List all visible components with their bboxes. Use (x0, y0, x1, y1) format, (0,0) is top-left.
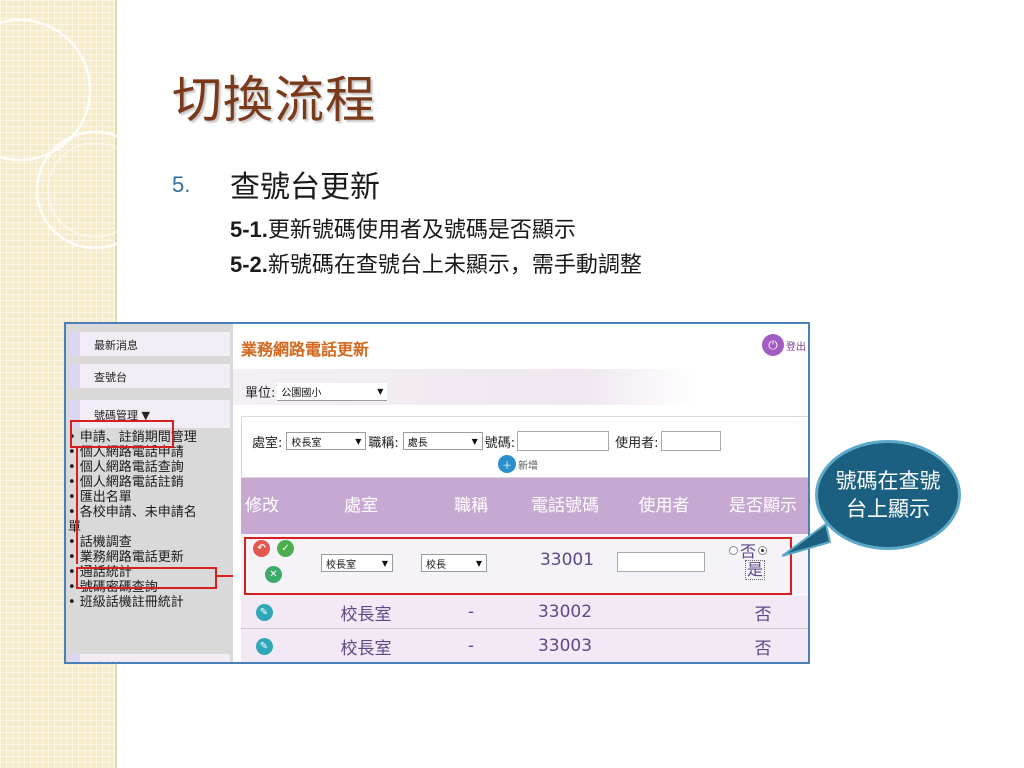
dept-label: 處室: (252, 435, 283, 451)
sub-point-2: 5-2.新號碼在查號台上未顯示，需手動調整 (230, 247, 642, 279)
page-heading: 業務網路電話更新 (241, 340, 370, 359)
highlight-editing-row (244, 537, 792, 595)
table-row: ✎ 校長室 - 33003 否 (241, 629, 808, 662)
highlight-number-management (70, 420, 174, 448)
dept-select[interactable]: 校長室 ▼ (286, 432, 367, 450)
cell-display: 否 (754, 638, 772, 659)
sub-point-2-prefix: 5-2. (230, 252, 268, 277)
table-row: ✎ 校長室 - 33002 否 (241, 595, 808, 629)
callout-text: 號碼在查號台上顯示 (835, 469, 941, 521)
submenu-item-personal-query[interactable]: • 個人網路電話查詢 (68, 460, 230, 475)
user-input[interactable] (660, 431, 721, 451)
submenu-item-phone-survey[interactable]: • 話機調查 (68, 535, 230, 550)
filter-panel: 處室: 校長室 ▼ 職稱: 處長 ▼ 號碼: 使用者: ＋ 新增 (241, 416, 808, 478)
header-number: 電話號碼 (531, 496, 599, 516)
sidebar-item-directory[interactable]: 查號台 (70, 364, 230, 388)
cell-title: - (467, 602, 475, 622)
submenu-item-school-apply-list-cont[interactable]: 單 (68, 520, 230, 535)
callout-bubble: 號碼在查號台上顯示 (815, 440, 961, 550)
cell-display: 否 (754, 604, 772, 625)
add-button[interactable]: ＋ 新增 (498, 455, 538, 473)
number-input[interactable] (517, 431, 610, 451)
bullet-number: 5. (172, 172, 191, 197)
sub-point-1-text: 更新號碼使用者及號碼是否顯示 (267, 218, 576, 243)
submenu-item-class-phone-stats[interactable]: • 班級話機註冊統計 (68, 595, 230, 610)
decorative-circles (0, 18, 140, 250)
logout-icon: ⏻ (762, 334, 784, 356)
submenu-item-export-list[interactable]: • 匯出名單 (68, 490, 230, 505)
slide-title: 切換流程 (172, 71, 376, 129)
chevron-down-icon: ▼ (471, 436, 478, 446)
sub-point-1-prefix: 5-1. (230, 217, 268, 242)
add-label: 新增 (518, 460, 538, 472)
cell-number: 33003 (537, 636, 593, 656)
header-title: 職稱 (454, 496, 488, 516)
cell-dept: 校長室 (340, 604, 392, 625)
unit-select[interactable]: 公園國小 ▼ (277, 382, 388, 401)
bullet-text: 查號台更新 (230, 170, 380, 205)
submenu-item-business-phone-update[interactable]: • 業務網路電話更新 (68, 550, 230, 565)
unit-label: 單位: (245, 386, 276, 401)
submenu-item-personal-cancel[interactable]: • 個人網路電話註銷 (68, 475, 230, 490)
cell-number: 33002 (537, 602, 593, 622)
sidebar: 最新消息 查號台 號碼管理 ▼ • 申請、註銷期間管理 • 個人網路電話申請 •… (66, 324, 233, 662)
header-user: 使用者 (638, 496, 690, 516)
callout-tail (782, 522, 832, 557)
user-label: 使用者: (615, 435, 659, 451)
filter-row: 處室: 校長室 ▼ 職稱: 處長 ▼ 號碼: 使用者: (252, 431, 721, 451)
add-icon: ＋ (498, 455, 516, 473)
edit-icon: ✎ (255, 637, 273, 655)
header-edit: 修改 (245, 496, 279, 516)
edit-icon: ✎ (255, 603, 273, 621)
number-label: 號碼: (484, 435, 516, 451)
cell-dept: 校長室 (340, 638, 392, 659)
title-label: 職稱: (368, 435, 399, 451)
dept-select-value: 校長室 (291, 437, 322, 449)
main-panel: 業務網路電話更新 ⏻ 登出 單位: 公園國小 ▼ 處室: 校長室 ▼ 職稱: 處… (233, 324, 808, 662)
unit-select-value: 公園國小 (281, 387, 322, 399)
chevron-down-icon: ▼ (355, 436, 362, 446)
sidebar-item-news[interactable]: 最新消息 (70, 332, 230, 356)
highlight-business-phone-update (76, 567, 217, 589)
sidebar-item-apply-stats[interactable]: 申請統計 (70, 654, 230, 662)
sub-point-1: 5-1.更新號碼使用者及號碼是否顯示 (230, 212, 576, 244)
chevron-down-icon: ▼ (377, 386, 384, 396)
table-header: 修改 處室 職稱 電話號碼 使用者 是否顯示 (241, 478, 808, 534)
unit-filter: 單位: 公園國小 ▼ (245, 382, 388, 401)
submenu-item-school-apply-list[interactable]: • 各校申請、未申請名 (68, 505, 230, 520)
title-select[interactable]: 處長 ▼ (402, 432, 483, 450)
title-select-value: 處長 (407, 437, 428, 449)
logout-button[interactable]: ⏻ 登出 (762, 334, 806, 356)
app-screenshot: 最新消息 查號台 號碼管理 ▼ • 申請、註銷期間管理 • 個人網路電話申請 •… (64, 322, 810, 664)
sub-point-2-text: 新號碼在查號台上未顯示，需手動調整 (267, 253, 642, 278)
logout-label: 登出 (786, 341, 806, 353)
cell-title: - (467, 636, 475, 656)
annotation-arrow-vertical (76, 448, 78, 564)
row-edit-button[interactable]: ✎ (249, 595, 279, 629)
row-edit-button[interactable]: ✎ (249, 629, 279, 662)
header-dept: 處室 (344, 496, 378, 516)
